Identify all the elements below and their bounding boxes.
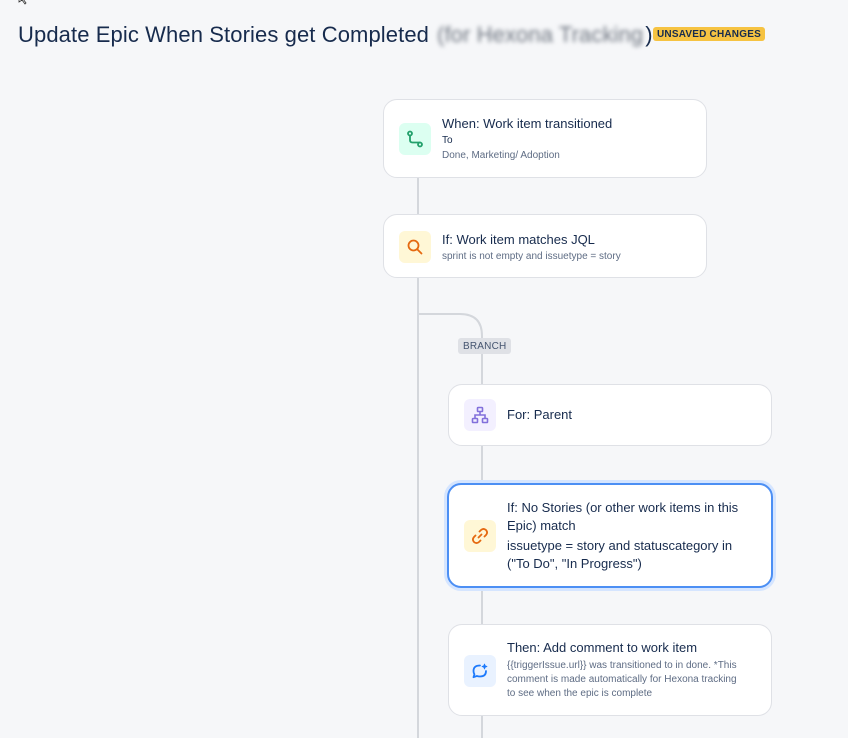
add-comment-body: {{triggerIssue.url}} was transitioned to… (507, 660, 737, 699)
trigger-card[interactable]: When: Work item transitioned To Done, Ma… (383, 99, 707, 178)
transition-icon (399, 123, 431, 155)
no-stories-condition-query: issuetype = story and statuscategory in … (507, 538, 733, 571)
add-comment-title: Then: Add comment to work item (507, 640, 698, 655)
link-icon (464, 520, 496, 552)
jql-condition-query: sprint is not empty and issuetype = stor… (442, 251, 621, 262)
no-stories-condition-title: If: No Stories (or other work items in t… (507, 500, 739, 533)
hierarchy-icon (464, 399, 496, 431)
branch-label: BRANCH (458, 338, 512, 354)
jql-condition-title: If: Work item matches JQL (442, 232, 595, 247)
add-comment-action-card[interactable]: Then: Add comment to work item {{trigger… (448, 624, 772, 716)
jql-condition-card[interactable]: If: Work item matches JQL sprint is not … (383, 214, 707, 278)
trigger-to-label: To (442, 135, 453, 146)
search-icon (399, 231, 431, 263)
trigger-title: When: Work item transitioned (442, 116, 613, 131)
trigger-statuses: Done, Marketing/ Adoption (442, 150, 560, 161)
no-stories-condition-card[interactable]: If: No Stories (or other work items in t… (447, 483, 773, 588)
branch-for-card[interactable]: For: Parent (448, 384, 772, 446)
branch-for-title: For: Parent (507, 407, 573, 422)
comment-icon (464, 655, 496, 687)
